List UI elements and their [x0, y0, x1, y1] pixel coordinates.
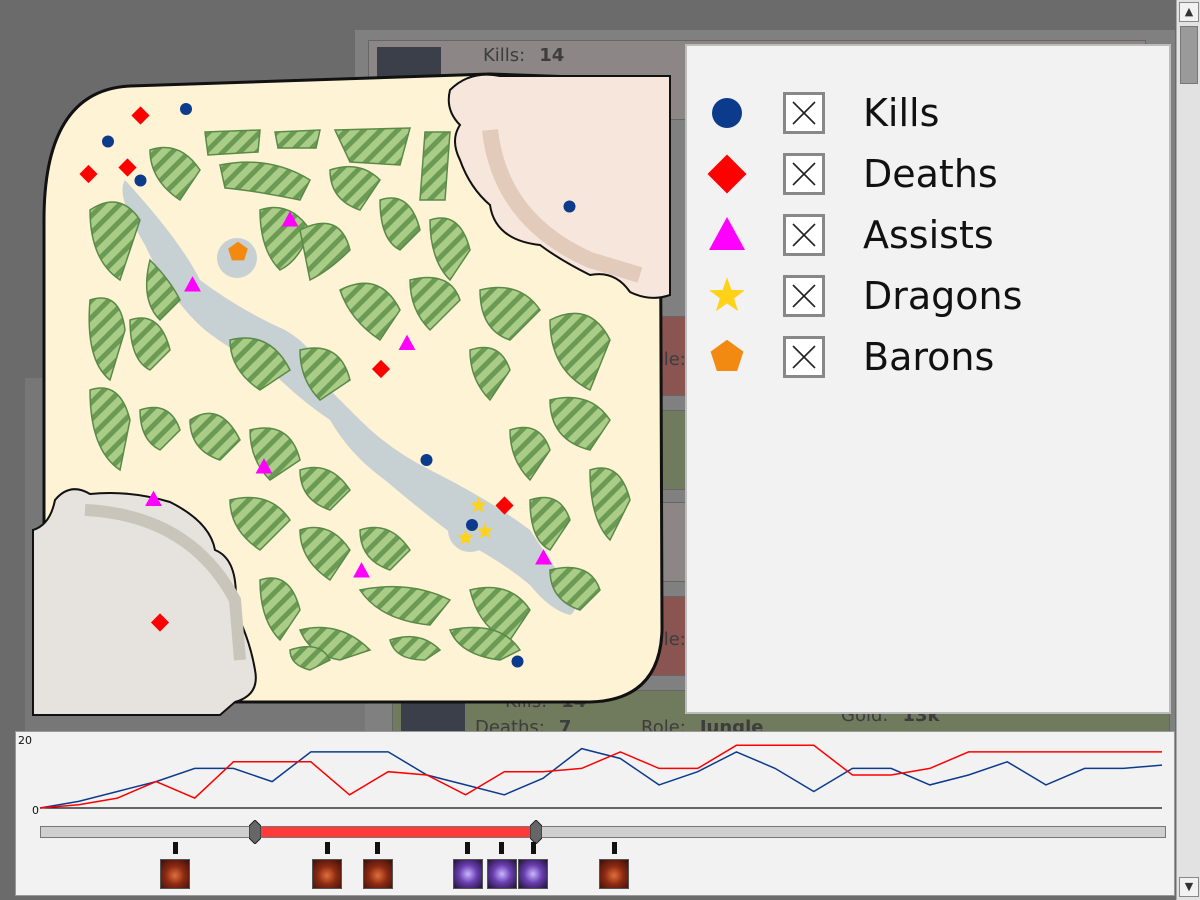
- legend-label: Deaths: [863, 152, 998, 196]
- legend-checkbox-deaths[interactable]: [783, 153, 825, 195]
- dragon-event-icon[interactable]: [160, 859, 191, 889]
- legend-item-kills[interactable]: Kills: [707, 88, 1147, 138]
- triangle-icon: [709, 217, 745, 250]
- pentagon-icon: [710, 339, 744, 371]
- range-start-handle[interactable]: [248, 819, 262, 845]
- timeline-chart: [39, 744, 1163, 809]
- event-tick: [530, 842, 536, 854]
- scrollbar-thumb[interactable]: [1180, 26, 1198, 84]
- kill-marker[interactable]: [563, 200, 576, 213]
- series-line-0: [39, 747, 1163, 809]
- minimap-svg: [32, 72, 671, 716]
- kill-marker[interactable]: [466, 519, 478, 531]
- legend-label: Assists: [863, 213, 994, 257]
- range-end-handle[interactable]: [529, 819, 543, 845]
- kill-marker[interactable]: [102, 135, 114, 148]
- series-line-1: [39, 744, 1162, 809]
- event-tick: [465, 842, 471, 854]
- timeline-panel: 20 0: [15, 731, 1175, 896]
- kill-marker[interactable]: [180, 103, 192, 115]
- vertical-scrollbar[interactable]: ▲ ▼: [1176, 0, 1200, 900]
- legend-label: Kills: [863, 91, 940, 135]
- circle-icon: [712, 98, 742, 128]
- legend-checkbox-kills[interactable]: [783, 92, 825, 134]
- legend-item-deaths[interactable]: Deaths: [707, 149, 1147, 199]
- selected-time-range: [254, 827, 537, 837]
- time-range-slider[interactable]: [40, 819, 1166, 845]
- diamond-icon: [707, 154, 747, 194]
- kill-marker[interactable]: [420, 454, 433, 466]
- kill-marker[interactable]: [134, 174, 147, 187]
- dragon-event-icon[interactable]: [312, 859, 343, 889]
- legend-label: Dragons: [863, 274, 1023, 318]
- legend-panel: Kills Deaths Assists Dragons Barons: [685, 44, 1171, 714]
- legend-checkbox-barons[interactable]: [783, 336, 825, 378]
- dragon-event-icon[interactable]: [362, 859, 393, 889]
- kills-stat: Kills:14: [483, 45, 565, 66]
- event-tick: [499, 842, 505, 854]
- event-tick: [324, 842, 330, 854]
- event-tick: [611, 842, 617, 854]
- star-icon: [709, 277, 745, 312]
- minimap[interactable]: [30, 70, 680, 720]
- baron-event-icon[interactable]: [486, 859, 517, 889]
- legend-item-assists[interactable]: Assists: [707, 210, 1147, 260]
- scroll-up-button[interactable]: ▲: [1179, 2, 1199, 22]
- baron-event-icon[interactable]: [452, 859, 483, 889]
- event-tick: [172, 842, 178, 854]
- legend-checkbox-assists[interactable]: [783, 214, 825, 256]
- baron-event-icon[interactable]: [518, 859, 549, 889]
- legend-item-dragons[interactable]: Dragons: [707, 271, 1147, 321]
- legend-item-barons[interactable]: Barons: [707, 332, 1147, 382]
- event-tick: [375, 842, 381, 854]
- kill-marker[interactable]: [511, 655, 524, 668]
- dragon-event-icon[interactable]: [599, 859, 630, 889]
- scroll-down-button[interactable]: ▼: [1179, 877, 1199, 897]
- legend-checkbox-dragons[interactable]: [783, 275, 825, 317]
- legend-label: Barons: [863, 335, 995, 379]
